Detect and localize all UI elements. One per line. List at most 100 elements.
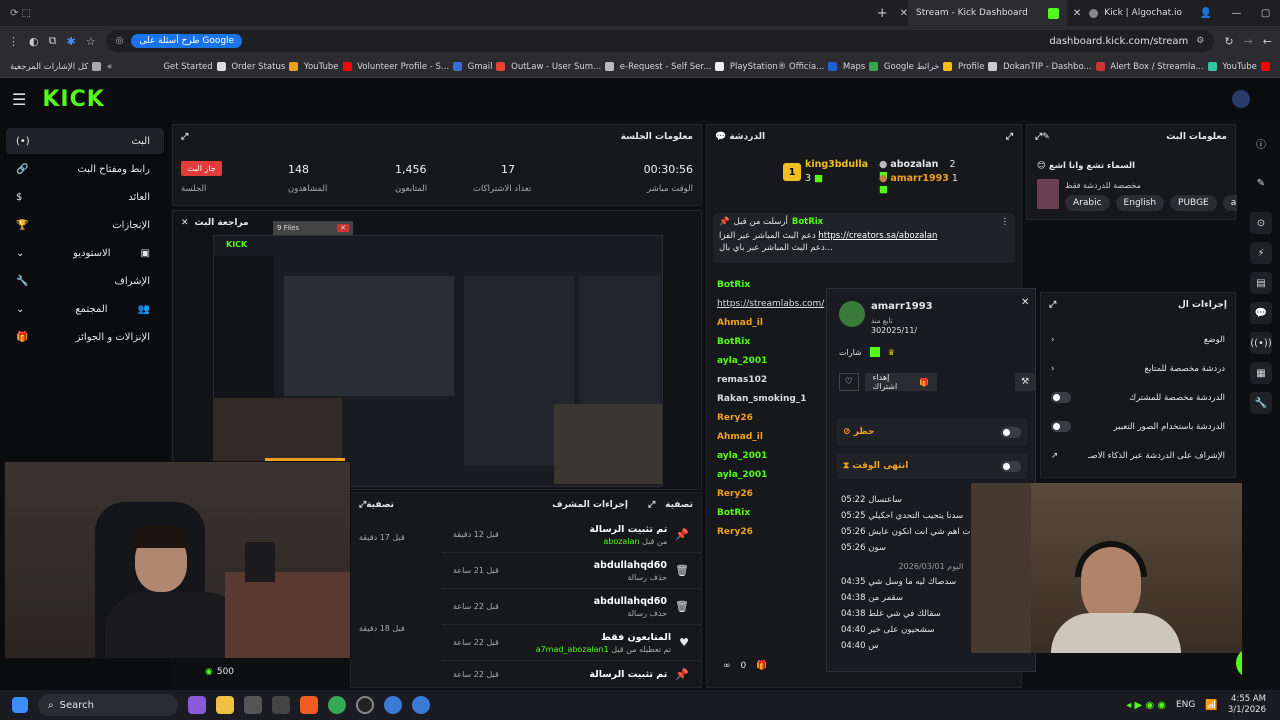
menu-dots-icon[interactable]: ⋮ [8,35,19,48]
bookmark[interactable]: Gmail [468,62,506,72]
action-user[interactable]: a7mad_abozalan1 [536,645,609,654]
chat-message[interactable]: Rakan_smoking_1 [711,389,827,408]
toggle-switch[interactable] [1051,392,1071,403]
edit-icon[interactable]: ✎ [1042,132,1050,142]
bookmark[interactable]: e-Request - Self Ser... [620,62,725,72]
tag[interactable]: arab [1222,195,1237,211]
chat-message[interactable]: Ahmad_il [711,427,827,446]
site-settings-icon[interactable]: ⚙ [1196,36,1204,46]
pinned-link[interactable]: https://creators.sa/abozalan [818,231,937,241]
setting-mode[interactable]: › الوضع [1041,325,1235,354]
file-explorer-icon[interactable] [216,696,234,714]
close-icon[interactable]: ✕ [337,224,349,232]
bookmark[interactable]: YouTube [304,62,352,72]
broadcast-icon[interactable]: ((•)) [1250,332,1272,354]
mod-action-row[interactable]: قبل 12 دقيقة تم تثبيت الرسالة abozalan م… [441,517,701,553]
mod-action-row[interactable]: قبل 22 ساعة المتابعون فقط a7mad_abozalan… [441,625,701,661]
top-gifter[interactable]: king3bdulla [805,159,868,170]
sidebar-item-community[interactable]: ⌄ المجتمع 👥 [6,296,164,322]
browser-controls-icon[interactable]: ⟳ ⬚ [10,8,31,19]
chat-message[interactable]: Rery26 [711,522,827,541]
extensions-icon[interactable]: ◐ [29,35,39,48]
bookmark[interactable]: OutLaw - User Sum... [511,62,615,72]
chrome-icon[interactable] [328,696,346,714]
chat-user[interactable]: BotRix [717,337,750,347]
tray-icons[interactable]: ◂ ▶ ◉ ◉ [1126,700,1166,711]
toggle-switch[interactable] [1001,426,1021,438]
layout-icon[interactable]: ▦ [1250,362,1272,384]
chat-message[interactable]: remas102 [711,370,827,389]
setting-subs-chat[interactable]: الدردشة مخصصة للمشترك [1041,383,1235,412]
new-tab-button[interactable]: + [877,6,888,21]
brave-icon[interactable] [300,696,318,714]
chat-message[interactable]: https://streamlabs.com/ [711,294,827,313]
bookmark[interactable]: Profile [958,62,998,72]
clock[interactable]: 4:55 AM 3/1/2026 [1228,694,1266,716]
taskbar-search[interactable]: ⌕ Search [38,694,178,716]
chat-user[interactable]: Rery26 [717,413,753,423]
bookmark[interactable]: Get Started [163,62,226,72]
chat-user[interactable]: BotRix [717,280,750,290]
infinity-icon[interactable]: ∞ [723,661,731,671]
mod-action-row[interactable]: قبل 22 ساعة abdullahqd60 حذف رسالة 🗑 [441,589,701,625]
sidebar-item-stream-key[interactable]: 🔗 رابط ومفتاح البث [6,156,164,182]
gift-sub-button[interactable]: إهداء اشتراك 🎁 [864,373,938,391]
target-icon[interactable]: ⊙ [1250,212,1272,234]
lightning-icon[interactable]: ⚡ [1250,242,1272,264]
chat-message[interactable]: ayla_2001 [711,351,827,370]
pen-icon[interactable]: ✎ [1250,172,1272,194]
mod-action-row[interactable]: قبل 21 ساعة abdullahqd60 حذف رسالة 🗑 [441,553,701,589]
sidebar-item-moderation[interactable]: 🔧 الإشراف [6,268,164,294]
chat-message[interactable]: Rery26 [711,408,827,427]
chat-bubble-icon[interactable]: 💬 [1250,302,1272,324]
bookmark[interactable]: YouTube [1222,62,1270,72]
bookmark[interactable]: Alert Box / Streamla... [1110,62,1217,72]
user-name[interactable]: amarr1993 [871,301,933,312]
back-icon[interactable]: ← [1263,35,1272,48]
chat-message[interactable]: Ahmad_il [711,313,827,332]
chat-user[interactable]: Rery26 [717,489,753,499]
setting-followers-chat[interactable]: › دردشة مخصصة للمتابع [1041,354,1235,383]
mod-tools-button[interactable]: ⚒ [1015,373,1035,391]
stream-preview-video[interactable]: KICK [213,235,663,487]
ban-row[interactable]: ⊘ حظر [837,419,1027,445]
follow-heart-button[interactable]: ♡ [839,373,859,391]
gift-icon[interactable]: 🎁 [756,661,767,671]
tab-algochat[interactable]: Kick | Algochat.io [1081,0,1190,26]
kick-logo[interactable]: KICK [42,87,104,112]
timeout-row[interactable]: ⧗ انتهى الوقت [837,453,1027,479]
obs-icon[interactable] [356,696,374,714]
store-icon[interactable] [244,696,262,714]
bookmark[interactable]: Google خرائط [884,62,953,72]
widgets-icon[interactable] [188,696,206,714]
expand-icon[interactable]: ⤢ [1035,132,1042,142]
chat-message[interactable]: BotRix [711,275,827,294]
close-tab-icon[interactable]: ✕ [1073,8,1081,19]
chat-message[interactable]: BotRix [711,332,827,351]
tag[interactable]: PUBGE [1170,195,1217,211]
setting-emote-chat[interactable]: الدردشة باستخدام الصور التعبير [1041,412,1235,441]
pinned-user[interactable]: BotRix [792,217,823,227]
filter-label[interactable]: تصفية [366,500,394,510]
hamburger-icon[interactable]: ☰ [12,90,26,109]
chat-user[interactable]: ayla_2001 [717,356,767,366]
tag[interactable]: Arabic [1065,195,1110,211]
settings-icon[interactable] [272,696,290,714]
chat-user[interactable]: Rakan_smoking_1 [717,394,807,404]
profile-icon[interactable]: 👤 [1200,8,1212,19]
chat-user[interactable]: BotRix [717,508,750,518]
info-icon[interactable]: ⓘ [1250,132,1272,154]
document-icon[interactable]: ▤ [1250,272,1272,294]
reload-icon[interactable]: ↻ [1224,35,1233,48]
sidebar-item-achievements[interactable]: 🏆 الإنجازات [6,212,164,238]
app-icon[interactable] [412,696,430,714]
close-icon[interactable]: ✕ [1021,297,1029,308]
windows-start-icon[interactable] [12,697,28,713]
close-icon[interactable]: ✕ [181,218,189,228]
expand-icon[interactable]: ⤢ [1049,300,1056,310]
chat-message[interactable]: ayla_2001 [711,465,827,484]
top-gifter[interactable]: ● amarr1993 1 ■ [879,173,963,195]
expand-icon[interactable]: ⤢ [181,132,188,142]
app-icon[interactable] [384,696,402,714]
bluetooth-icon[interactable]: ✱ [66,35,75,48]
